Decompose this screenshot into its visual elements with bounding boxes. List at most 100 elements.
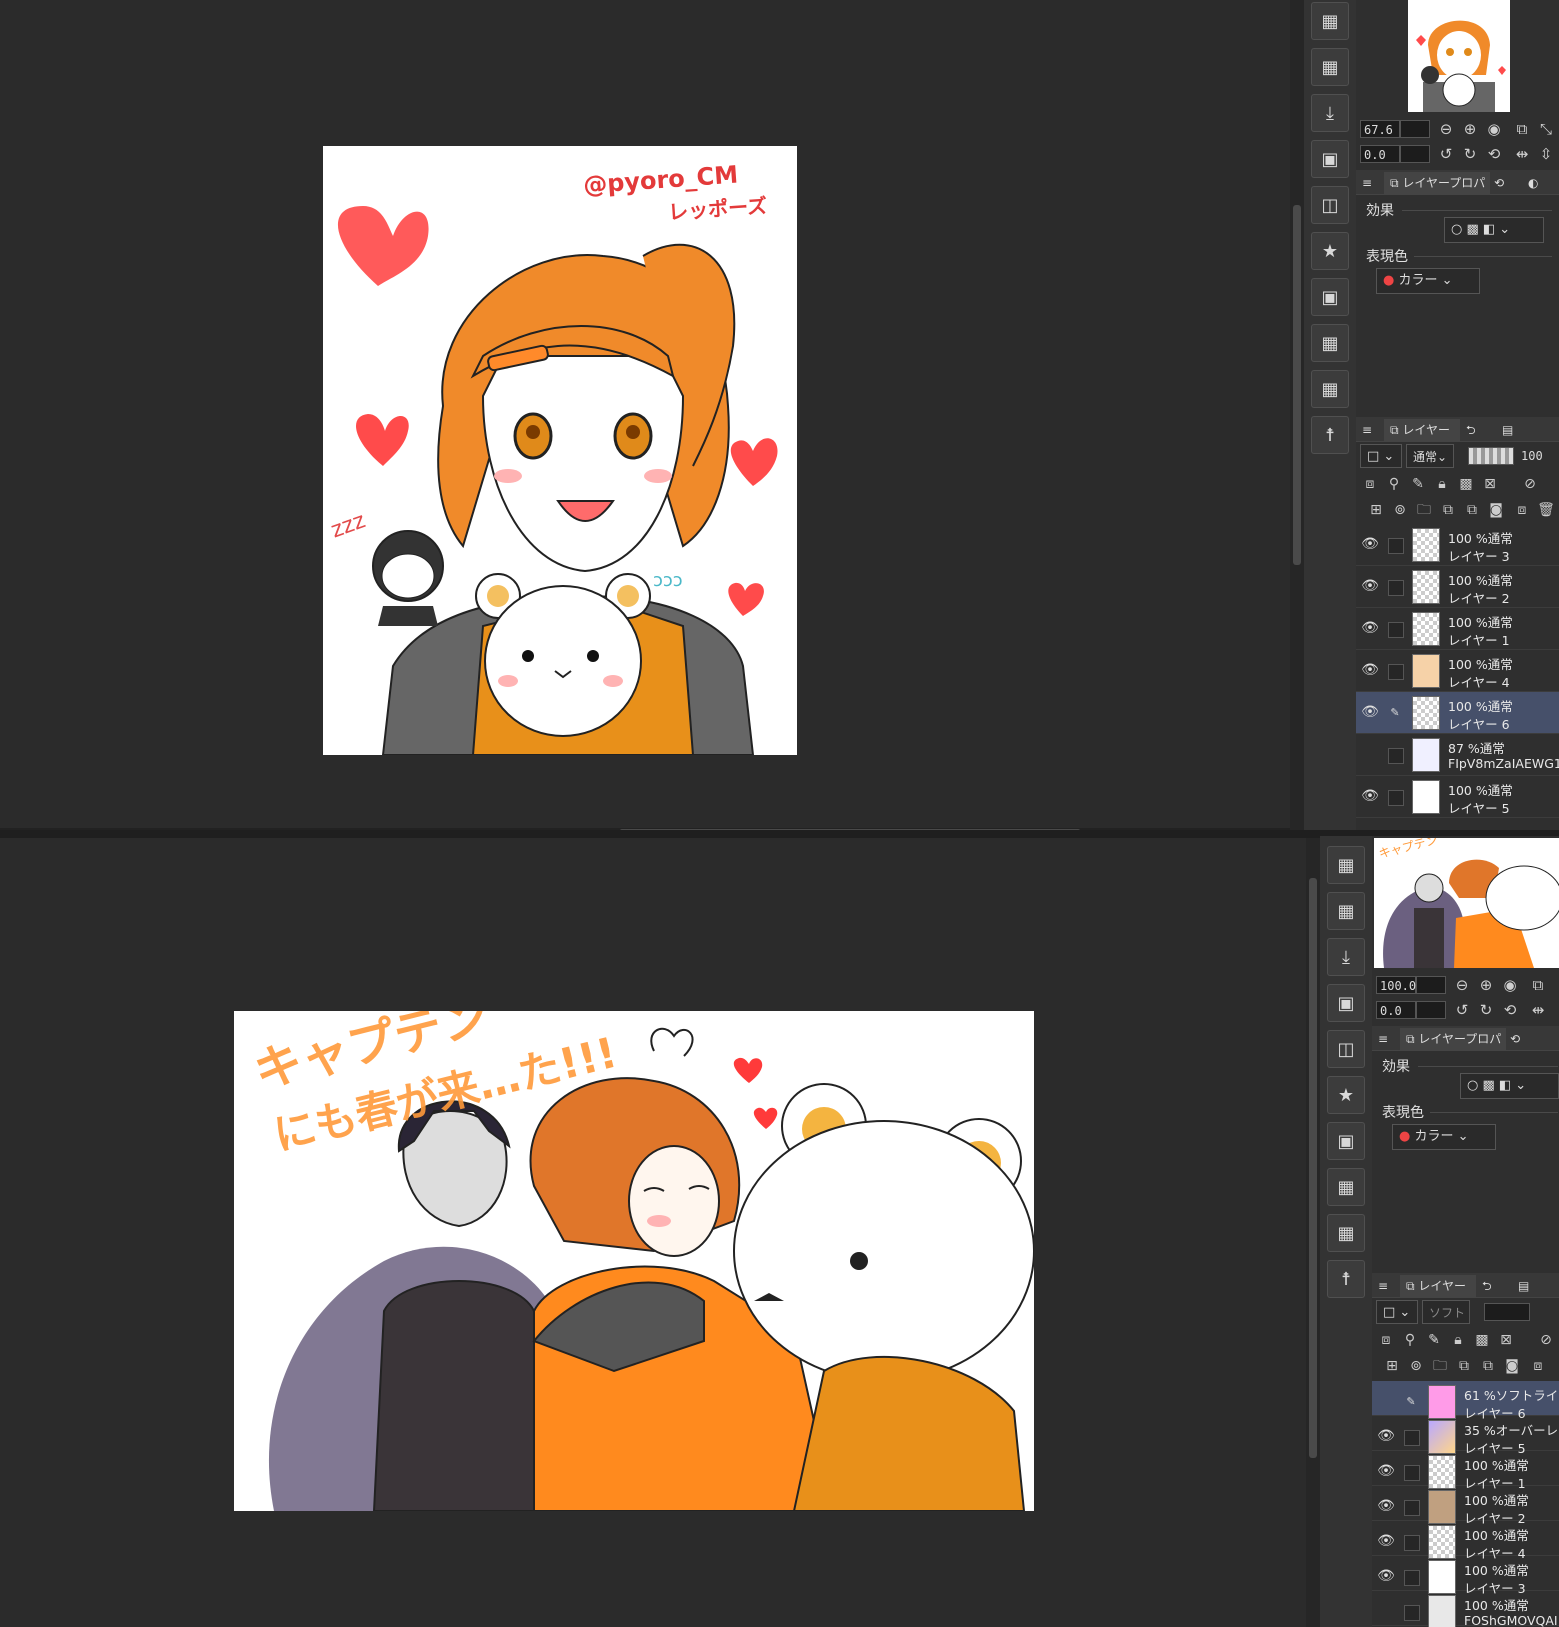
actual-size-icon[interactable]: ◉ (1484, 119, 1504, 139)
blend-mode-dropdown[interactable]: ソフト⌄ (1422, 1300, 1470, 1344)
expand-icon[interactable]: ⤡ (1536, 119, 1556, 139)
layer-row[interactable]: 100 %通常 FOShGMOVQAI (1372, 1591, 1559, 1627)
tab-layer[interactable]: ⧉ レイヤー (1384, 419, 1460, 441)
figure-icon[interactable]: ☨ (1327, 1260, 1365, 1298)
eye-icon[interactable] (1360, 746, 1380, 764)
zoom-out-icon[interactable]: ⊖ (1452, 975, 1472, 995)
vertical-scrollbar-bottom[interactable] (1306, 838, 1320, 1627)
layer-mask-icon[interactable]: ◙ (1486, 500, 1506, 520)
apply-mask-icon[interactable]: ⧈ (1528, 1356, 1548, 1376)
zoom-in-icon[interactable]: ⊕ (1476, 975, 1496, 995)
draft-icon[interactable]: ✎ (1424, 1330, 1444, 1350)
flip-horizontal-icon[interactable]: ⇹ (1512, 144, 1532, 164)
new-vector-layer-icon[interactable]: ⊚ (1406, 1356, 1426, 1376)
eye-icon[interactable]: 👁︎ (1360, 620, 1380, 638)
reference-icon[interactable]: ⚲ (1384, 474, 1404, 494)
grid-icon[interactable]: ▦ (1311, 370, 1349, 408)
tab-other[interactable]: ◐ (1522, 172, 1558, 194)
tab-layer-properties[interactable]: ⧉ レイヤープロパ (1400, 1028, 1506, 1050)
clip-icon[interactable]: ⧈ (1360, 474, 1380, 494)
grid-icon[interactable]: ▦ (1311, 48, 1349, 86)
new-raster-layer-icon[interactable]: ⊞ (1382, 1356, 1402, 1376)
layer-lock-checkbox[interactable] (1404, 1430, 1420, 1446)
reset-rotation-icon[interactable]: ⟲ (1500, 1000, 1520, 1020)
tab-undo[interactable]: ⮌ (1460, 419, 1496, 441)
layer-lock-checkbox[interactable] (1388, 538, 1404, 554)
layer-row[interactable]: 👁︎35 %オーバーレイレイヤー 5 (1372, 1416, 1559, 1456)
canvas-area-bottom[interactable]: キャプテン にも春が来…た!!! (0, 838, 1306, 1627)
eye-icon[interactable]: 👁︎ (1360, 704, 1380, 722)
tab-layer-properties[interactable]: ⧉ レイヤープロパ (1384, 172, 1490, 194)
layer-lock-checkbox[interactable] (1388, 748, 1404, 764)
eye-icon[interactable]: 👁︎ (1360, 662, 1380, 680)
rotation-field[interactable]: 0.0 (1360, 145, 1400, 163)
layout-icon[interactable]: ◫ (1311, 186, 1349, 224)
layer-row[interactable]: 👁︎ 100 %通常 レイヤー 2 (1372, 1486, 1559, 1526)
layer-lock-checkbox[interactable] (1388, 664, 1404, 680)
rotate-left-icon[interactable]: ↺ (1436, 144, 1456, 164)
transfer-icon[interactable]: ⧉ (1454, 1356, 1474, 1376)
menu-icon[interactable]: ≡ (1356, 419, 1378, 441)
layer-lock-checkbox[interactable] (1404, 1605, 1420, 1621)
fit-icon[interactable]: ⧉ (1528, 975, 1548, 995)
eye-icon[interactable]: 👁︎ (1360, 578, 1380, 596)
new-vector-layer-icon[interactable]: ⊚ (1390, 500, 1410, 520)
rotation-slider[interactable] (1416, 1001, 1446, 1019)
opacity-field[interactable]: 100 (1518, 447, 1554, 465)
eye-icon[interactable]: 👁︎ (1376, 1568, 1396, 1586)
layer-row[interactable]: 👁︎ ✎ 100 %通常 レイヤー 6 (1356, 692, 1559, 734)
rotate-right-icon[interactable]: ↻ (1460, 144, 1480, 164)
layer-color-dropdown[interactable]: □ ⌄ (1360, 444, 1402, 468)
image-icon[interactable]: ▣ (1311, 278, 1349, 316)
vertical-scrollbar-top[interactable] (1290, 0, 1304, 830)
effect-buttons[interactable]: ○ ▩ ◧ ⌄ (1460, 1073, 1559, 1099)
eye-icon[interactable] (1376, 1393, 1396, 1411)
hide-icon[interactable]: ⊘ (1536, 1330, 1556, 1350)
navigator-thumbnail[interactable]: キャプテン (1374, 838, 1559, 968)
menu-icon[interactable]: ≡ (1372, 1275, 1394, 1297)
tab-undo[interactable]: ⮌ (1476, 1275, 1512, 1297)
combine-icon[interactable]: ⧉ (1462, 500, 1482, 520)
grid-icon[interactable]: ▦ (1327, 846, 1365, 884)
image-icon[interactable]: ▣ (1327, 984, 1365, 1022)
eye-icon[interactable]: 👁︎ (1376, 1428, 1396, 1446)
eye-icon[interactable]: 👁︎ (1360, 788, 1380, 806)
flip-vertical-icon[interactable]: ⇳ (1536, 144, 1556, 164)
layer-row[interactable]: 👁︎ 100 %通常 レイヤー 3 (1356, 524, 1559, 566)
download-icon[interactable]: ⤓ (1327, 938, 1365, 976)
mask-icon[interactable]: ⊠ (1480, 474, 1500, 494)
rotate-left-icon[interactable]: ↺ (1452, 1000, 1472, 1020)
reference-icon[interactable]: ⚲ (1400, 1330, 1420, 1350)
lock-transparent-icon[interactable]: ▩ (1472, 1330, 1492, 1350)
grid-icon[interactable]: ▦ (1327, 1168, 1365, 1206)
clip-icon[interactable]: ⧈ (1376, 1330, 1396, 1350)
blend-mode-dropdown[interactable]: 通常⌄ (1406, 444, 1454, 468)
layout-icon[interactable]: ◫ (1327, 1030, 1365, 1068)
new-folder-icon[interactable]: 🗀︎ (1414, 500, 1434, 520)
draft-icon[interactable]: ✎ (1408, 474, 1428, 494)
layer-lock-checkbox[interactable] (1404, 1465, 1420, 1481)
lock-icon[interactable]: 🔒︎ (1432, 474, 1452, 494)
tab-layer[interactable]: ⧉ レイヤー (1400, 1275, 1476, 1297)
eye-icon[interactable]: 👁︎ (1376, 1498, 1396, 1516)
tab-material[interactable]: ▤ (1512, 1275, 1548, 1297)
lock-transparent-icon[interactable]: ▩ (1456, 474, 1476, 494)
menu-icon[interactable]: ≡ (1356, 172, 1378, 194)
zoom-field[interactable]: 67.6 (1360, 120, 1400, 138)
tab-history[interactable]: ⟲ (1488, 172, 1524, 194)
layer-lock-checkbox[interactable] (1388, 790, 1404, 806)
zoom-field[interactable]: 100.0 (1376, 976, 1416, 994)
opacity-slider[interactable] (1468, 447, 1514, 465)
menu-icon[interactable]: ≡ (1372, 1028, 1394, 1050)
grid-icon[interactable]: ▦ (1311, 2, 1349, 40)
mask-icon[interactable]: ⊠ (1496, 1330, 1516, 1350)
layer-row[interactable]: 87 %通常 FIpV8mZaIAEWG14 (1356, 734, 1559, 776)
reset-rotation-icon[interactable]: ⟲ (1484, 144, 1504, 164)
pen-icon[interactable]: ✎ (1404, 1395, 1418, 1409)
eye-icon[interactable]: 👁︎ (1376, 1463, 1396, 1481)
image-icon[interactable]: ▣ (1311, 140, 1349, 178)
eye-icon[interactable] (1376, 1603, 1396, 1621)
apply-mask-icon[interactable]: ⧈ (1512, 500, 1532, 520)
layer-row[interactable]: 👁︎ 100 %通常 レイヤー 4 (1372, 1521, 1559, 1561)
zoom-slider[interactable] (1400, 120, 1430, 138)
